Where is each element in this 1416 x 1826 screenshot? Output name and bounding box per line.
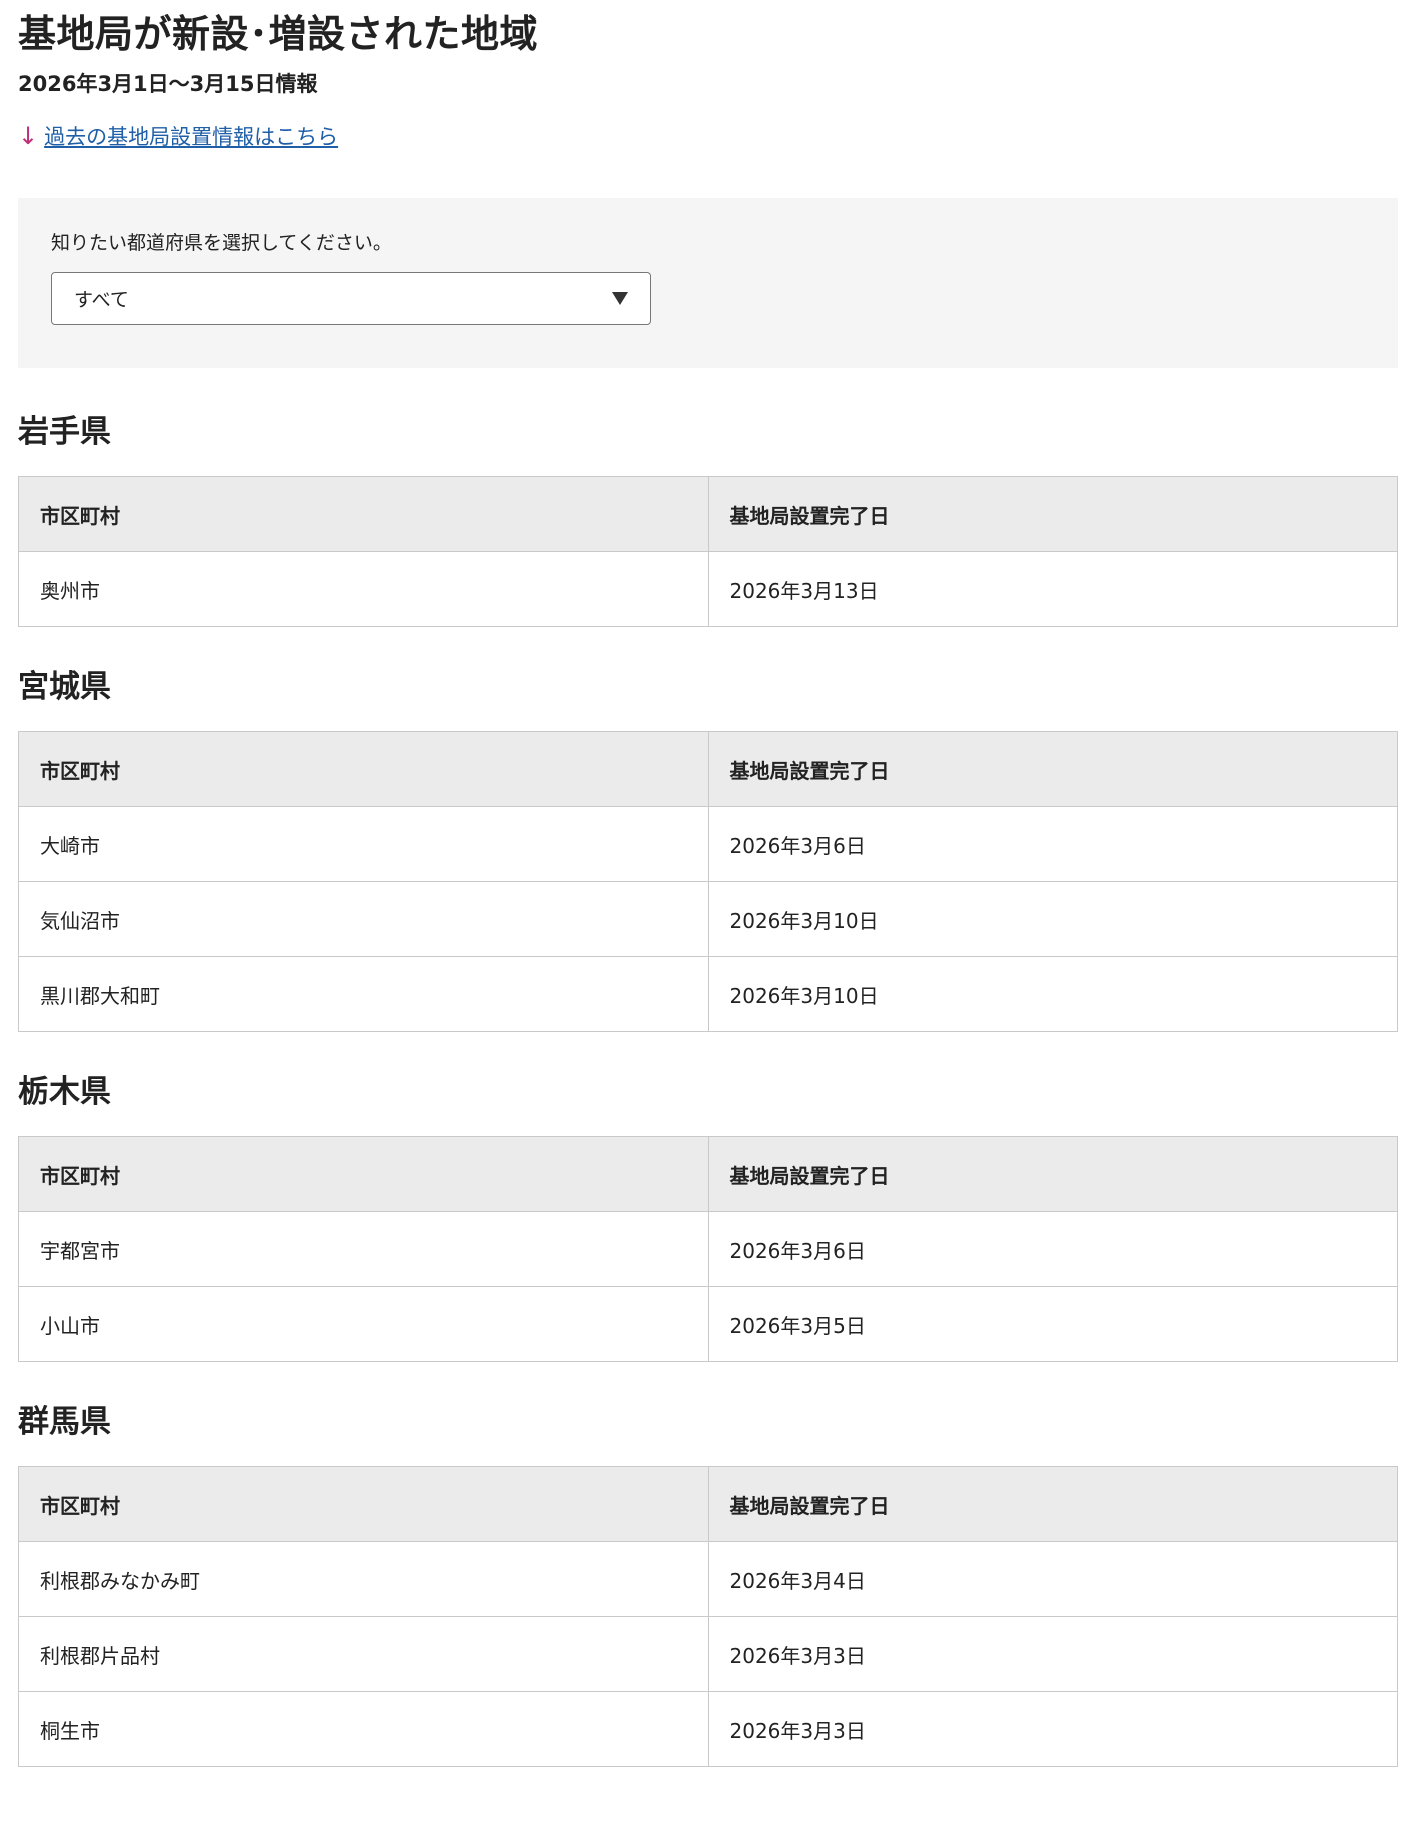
table-header-row: 市区町村 基地局設置完了日 [18, 476, 1398, 552]
filter-label: 知りたい都道府県を選択してください。 [51, 232, 392, 254]
column-header-city: 市区町村 [18, 476, 709, 552]
page-title: 基地局が新設･増設された地域 [18, 12, 539, 56]
station-table: 市区町村 基地局設置完了日 利根郡みなかみ町 2026年3月4日 利根郡片品村 … [18, 1466, 1398, 1767]
table-header-row: 市区町村 基地局設置完了日 [18, 731, 1398, 807]
column-header-date: 基地局設置完了日 [707, 476, 1398, 552]
table-row: 奥州市 2026年3月13日 [18, 551, 1398, 627]
city-cell: 利根郡みなかみ町 [18, 1541, 709, 1617]
column-header-city: 市区町村 [18, 1466, 709, 1542]
prefecture-select-value: すべて [74, 289, 129, 311]
column-header-date: 基地局設置完了日 [707, 1466, 1398, 1542]
prefecture-section: 宮城県 市区町村 基地局設置完了日 大崎市 2026年3月6日 気仙沼市 202… [18, 667, 1398, 1032]
prefecture-heading: 宮城県 [18, 669, 111, 705]
table-row: 小山市 2026年3月5日 [18, 1286, 1398, 1362]
table-row: 利根郡みなかみ町 2026年3月4日 [18, 1541, 1398, 1617]
date-cell: 2026年3月13日 [707, 551, 1398, 627]
column-header-city: 市区町村 [18, 1136, 709, 1212]
prefecture-section: 栃木県 市区町村 基地局設置完了日 宇都宮市 2026年3月6日 小山市 202… [18, 1072, 1398, 1362]
page: 基地局が新設･増設された地域 2026年3月1日〜3月15日情報 ↓ 過去の基地… [0, 10, 1416, 1767]
table-row: 気仙沼市 2026年3月10日 [18, 881, 1398, 957]
arrow-down-icon: ↓ [18, 122, 39, 150]
city-cell: 小山市 [18, 1286, 709, 1362]
prefecture-section: 群馬県 市区町村 基地局設置完了日 利根郡みなかみ町 2026年3月4日 利根郡… [18, 1402, 1398, 1767]
table-row: 宇都宮市 2026年3月6日 [18, 1211, 1398, 1287]
date-cell: 2026年3月6日 [707, 1211, 1398, 1287]
column-header-date: 基地局設置完了日 [707, 1136, 1398, 1212]
city-cell: 黒川郡大和町 [18, 956, 709, 1032]
date-cell: 2026年3月3日 [707, 1616, 1398, 1692]
city-cell: 大崎市 [18, 806, 709, 882]
table-header-row: 市区町村 基地局設置完了日 [18, 1466, 1398, 1542]
past-info-link[interactable]: 過去の基地局設置情報はこちら [44, 121, 338, 151]
table-row: 桐生市 2026年3月3日 [18, 1691, 1398, 1767]
date-cell: 2026年3月4日 [707, 1541, 1398, 1617]
station-table: 市区町村 基地局設置完了日 宇都宮市 2026年3月6日 小山市 2026年3月… [18, 1136, 1398, 1362]
city-cell: 宇都宮市 [18, 1211, 709, 1287]
date-cell: 2026年3月3日 [707, 1691, 1398, 1767]
date-cell: 2026年3月5日 [707, 1286, 1398, 1362]
table-row: 大崎市 2026年3月6日 [18, 806, 1398, 882]
past-info-link-row: ↓ 過去の基地局設置情報はこちら [18, 120, 1398, 152]
table-row: 黒川郡大和町 2026年3月10日 [18, 956, 1398, 1032]
date-cell: 2026年3月6日 [707, 806, 1398, 882]
city-cell: 桐生市 [18, 1691, 709, 1767]
city-cell: 奥州市 [18, 551, 709, 627]
prefecture-heading: 栃木県 [18, 1074, 111, 1110]
prefecture-filter: 知りたい都道府県を選択してください。 すべて [18, 198, 1398, 368]
period-label: 2026年3月1日〜3月15日情報 [18, 72, 318, 96]
prefecture-section: 岩手県 市区町村 基地局設置完了日 奥州市 2026年3月13日 [18, 412, 1398, 627]
table-row: 利根郡片品村 2026年3月3日 [18, 1616, 1398, 1692]
station-table: 市区町村 基地局設置完了日 大崎市 2026年3月6日 気仙沼市 2026年3月… [18, 731, 1398, 1032]
prefecture-heading: 群馬県 [18, 1404, 111, 1440]
column-header-date: 基地局設置完了日 [707, 731, 1398, 807]
date-cell: 2026年3月10日 [707, 881, 1398, 957]
city-cell: 気仙沼市 [18, 881, 709, 957]
station-table: 市区町村 基地局設置完了日 奥州市 2026年3月13日 [18, 476, 1398, 627]
caret-down-icon [612, 292, 628, 305]
city-cell: 利根郡片品村 [18, 1616, 709, 1692]
date-cell: 2026年3月10日 [707, 956, 1398, 1032]
prefecture-heading: 岩手県 [18, 414, 111, 450]
prefecture-select[interactable]: すべて [51, 272, 651, 325]
column-header-city: 市区町村 [18, 731, 709, 807]
table-header-row: 市区町村 基地局設置完了日 [18, 1136, 1398, 1212]
